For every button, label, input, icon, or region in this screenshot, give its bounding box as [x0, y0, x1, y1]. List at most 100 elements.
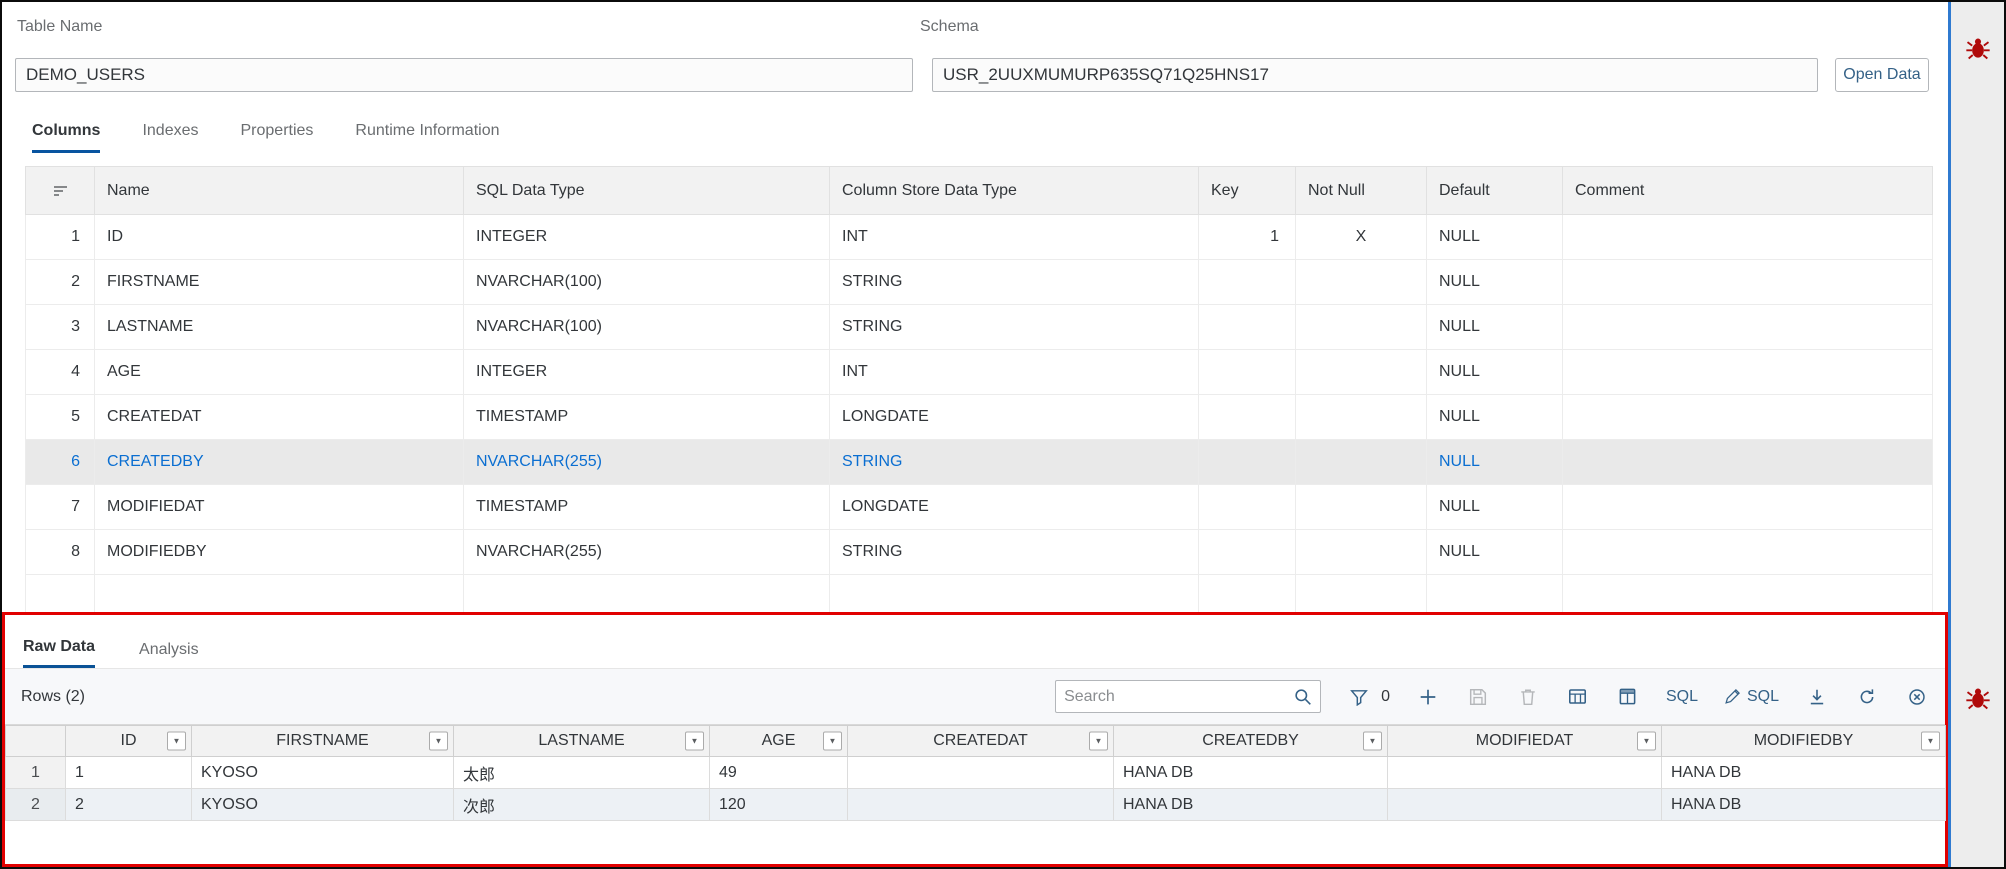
table-name-input[interactable] — [15, 58, 913, 92]
raw-data-toolbar: Rows (2) 0 — [5, 669, 1945, 725]
column-header-default[interactable]: Default — [1426, 166, 1563, 215]
column-header-comment[interactable]: Comment — [1562, 166, 1933, 215]
cell-sql-data-type: NVARCHAR(255) — [463, 439, 830, 485]
table-view-button[interactable] — [1616, 685, 1640, 709]
tab-indexes[interactable]: Indexes — [142, 122, 198, 153]
empty-row — [25, 574, 1933, 613]
debug-bug-icon[interactable] — [1964, 684, 1992, 712]
cell-name: LASTNAME — [94, 304, 464, 350]
table-row[interactable]: 3 LASTNAME NVARCHAR(100) STRING NULL — [25, 304, 1933, 350]
row-number: 5 — [25, 394, 95, 440]
refresh-icon — [1860, 688, 1874, 703]
debug-bug-icon[interactable] — [1964, 34, 1992, 62]
table-row[interactable]: 2 FIRSTNAME NVARCHAR(100) STRING NULL — [25, 259, 1933, 305]
save-button[interactable] — [1466, 685, 1490, 709]
column-header-name[interactable]: Name — [94, 166, 464, 215]
table-row[interactable]: 4 AGE INTEGER INT NULL — [25, 349, 1933, 395]
table-row[interactable]: 6 CREATEDBY NVARCHAR(255) STRING NULL — [25, 439, 1933, 485]
column-header-not-null[interactable]: Not Null — [1295, 166, 1427, 215]
row-number: 1 — [25, 214, 95, 260]
grid-column-header-age[interactable]: AGE ▼ — [709, 725, 848, 757]
table-row[interactable]: 7 MODIFIEDAT TIMESTAMP LONGDATE NULL — [25, 484, 1933, 530]
add-row-button[interactable] — [1416, 685, 1440, 709]
grid-row[interactable]: 2 2 KYOSO 次郎 120 HANA DB HANA DB — [5, 788, 1946, 821]
cancel-button[interactable] — [1905, 685, 1929, 709]
grid-cell — [847, 788, 1114, 821]
grid-column-header-modifiedat[interactable]: MODIFIEDAT ▼ — [1387, 725, 1662, 757]
sql-button[interactable]: SQL — [1666, 688, 1698, 706]
tab-properties[interactable]: Properties — [241, 122, 314, 153]
edit-sql-button[interactable]: SQL — [1724, 688, 1779, 706]
cell-default: NULL — [1426, 259, 1563, 305]
grid-cell — [1387, 756, 1662, 789]
grid-column-header-lastname[interactable]: LASTNAME ▼ — [453, 725, 710, 757]
cell-name: MODIFIEDBY — [94, 529, 464, 575]
grid-column-header-createdby[interactable]: CREATEDBY ▼ — [1113, 725, 1388, 757]
table-icon — [1620, 688, 1636, 705]
tab-raw-data[interactable]: Raw Data — [23, 638, 96, 668]
cell-comment — [1562, 439, 1933, 485]
grid-column-header-createdat[interactable]: CREATEDAT ▼ — [847, 725, 1114, 757]
cell-column-store-data-type: LONGDATE — [829, 484, 1199, 530]
cell-key: 1 — [1198, 214, 1296, 260]
column-header-column-store-data-type[interactable]: Column Store Data Type — [829, 166, 1199, 215]
tab-runtime-information[interactable]: Runtime Information — [355, 122, 499, 153]
cell-key — [1198, 304, 1296, 350]
cell-default: NULL — [1426, 349, 1563, 395]
grid-column-header-id[interactable]: ID ▼ — [65, 725, 192, 757]
column-header-sql-data-type[interactable]: SQL Data Type — [463, 166, 830, 215]
cell-default: NULL — [1426, 394, 1563, 440]
sort-icon-header[interactable] — [25, 166, 95, 215]
cell-comment — [1562, 349, 1933, 395]
cell-default: NULL — [1426, 304, 1563, 350]
tab-columns[interactable]: Columns — [32, 122, 101, 153]
cell-comment — [1562, 394, 1933, 440]
grid-body: 1 1 KYOSO 太郎 49 HANA DB HANA DB 2 2 KYOSO 次郎 120 HAN… — [5, 756, 1946, 821]
cell-name: CREATEDAT — [94, 394, 464, 440]
tab-analysis[interactable]: Analysis — [139, 641, 199, 668]
grid-column-header-modifiedby[interactable]: MODIFIEDBY ▼ — [1661, 725, 1946, 757]
column-filter-button[interactable]: ▼ — [823, 731, 842, 751]
grid-cell: KYOSO — [191, 788, 454, 821]
schema-input[interactable] — [932, 58, 1818, 92]
column-header-key[interactable]: Key — [1198, 166, 1296, 215]
column-filter-button[interactable]: ▼ — [1921, 731, 1940, 751]
grid-column-header-firstname[interactable]: FIRSTNAME ▼ — [191, 725, 454, 757]
column-filter-button[interactable]: ▼ — [1089, 731, 1108, 751]
table-row[interactable]: 1 ID INTEGER INT 1 X NULL — [25, 214, 1933, 260]
open-data-button[interactable]: Open Data — [1835, 58, 1929, 92]
row-number: 4 — [25, 349, 95, 395]
cell-column-store-data-type: STRING — [829, 304, 1199, 350]
right-rail — [1948, 2, 2004, 867]
columns-table-header-row: Name SQL Data Type Column Store Data Type K… — [25, 166, 1933, 215]
cell-sql-data-type: NVARCHAR(255) — [463, 529, 830, 575]
column-filter-button[interactable]: ▼ — [685, 731, 704, 751]
cell-default: NULL — [1426, 529, 1563, 575]
hana-database-explorer-table-view: { "header": { "table_name_label": "Table… — [0, 0, 2006, 869]
delete-row-button[interactable] — [1516, 685, 1540, 709]
column-filter-button[interactable]: ▼ — [167, 731, 186, 751]
grid-column-label: FIRSTNAME — [276, 732, 369, 749]
grid-header-row: ID ▼ FIRSTNAME ▼ LASTNAME ▼ AGE ▼ CREATEDAT ▼ CREA… — [5, 725, 1946, 757]
row-number: 7 — [25, 484, 95, 530]
grid-cell: 2 — [65, 788, 192, 821]
grid-column-label: CREATEDAT — [933, 732, 1028, 749]
column-filter-button[interactable]: ▼ — [429, 731, 448, 751]
row-number: 3 — [25, 304, 95, 350]
refresh-button[interactable] — [1855, 685, 1879, 709]
cell-not-null — [1295, 259, 1427, 305]
search-input[interactable] — [1064, 687, 1295, 706]
search-box[interactable] — [1055, 680, 1322, 713]
column-filter-button[interactable]: ▼ — [1637, 731, 1656, 751]
grid-row[interactable]: 1 1 KYOSO 太郎 49 HANA DB HANA DB — [5, 756, 1946, 789]
cell-not-null — [1295, 484, 1427, 530]
filter-button[interactable] — [1347, 685, 1371, 709]
download-button[interactable] — [1805, 685, 1829, 709]
edit-in-grid-button[interactable] — [1566, 685, 1590, 709]
table-row[interactable]: 5 CREATEDAT TIMESTAMP LONGDATE NULL — [25, 394, 1933, 440]
grid-cell: KYOSO — [191, 756, 454, 789]
column-filter-button[interactable]: ▼ — [1363, 731, 1382, 751]
cell-sql-data-type: TIMESTAMP — [463, 394, 830, 440]
table-row[interactable]: 8 MODIFIEDBY NVARCHAR(255) STRING NULL — [25, 529, 1933, 575]
pen-icon — [1725, 689, 1740, 704]
